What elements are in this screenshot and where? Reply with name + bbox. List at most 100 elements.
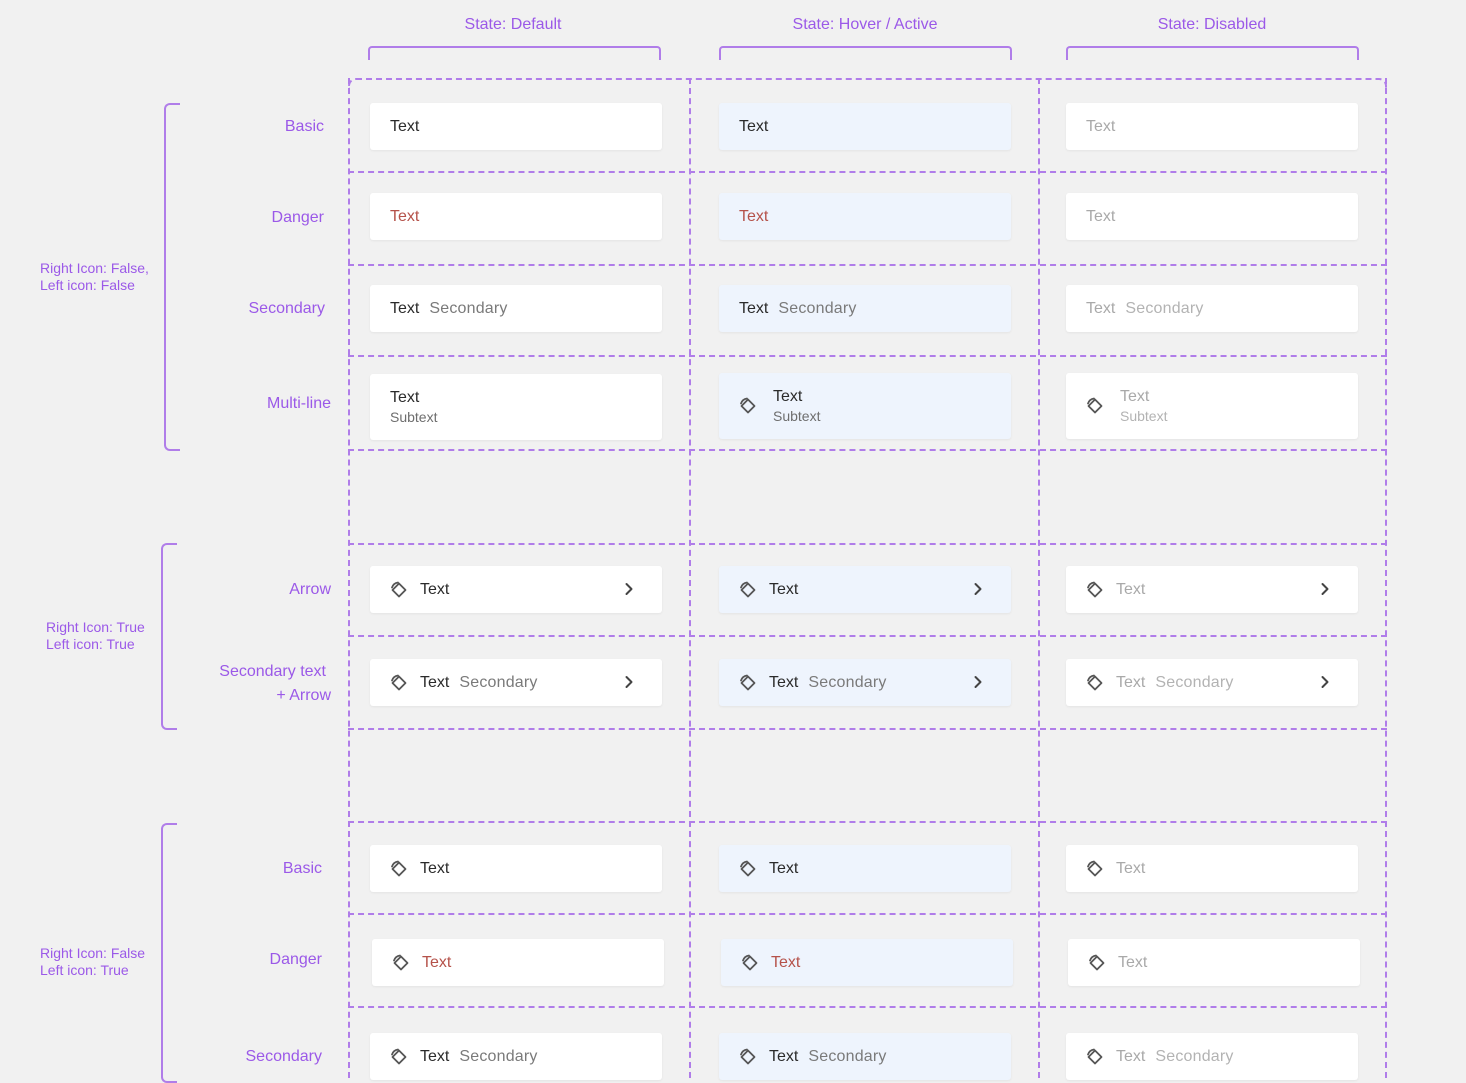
menu-item-secondary-hover[interactable]: Text Secondary xyxy=(719,285,1011,332)
chevron-right-icon xyxy=(1318,675,1334,691)
menu-item-danger-default[interactable]: Text xyxy=(370,193,662,240)
menu-item-icon-danger-disabled: Text xyxy=(1068,939,1360,986)
grid-line-horizontal xyxy=(348,543,1387,545)
rotate-diamond-icon xyxy=(737,672,759,694)
row-label-secondary-arrow-2: + Arrow xyxy=(276,687,331,704)
group-label-1: Right Icon: False, Left icon: False xyxy=(40,260,149,294)
menu-item-icon-secondary-disabled: Text Secondary xyxy=(1066,1033,1358,1080)
chevron-right-icon xyxy=(622,582,638,598)
item-text: Text xyxy=(1116,673,1146,691)
rotate-diamond-icon xyxy=(388,672,410,694)
group-label-2: Right Icon: True Left icon: True xyxy=(46,619,145,653)
grid-line-horizontal xyxy=(348,449,1387,451)
item-text: Text xyxy=(1086,117,1116,135)
item-secondary-text: Secondary xyxy=(1155,1047,1234,1065)
menu-item-icon-secondary-hover[interactable]: Text Secondary xyxy=(719,1033,1011,1080)
menu-item-icon-basic-default[interactable]: Text xyxy=(370,845,662,892)
row-label-basic-2: Basic xyxy=(282,860,322,877)
item-secondary-text: Secondary xyxy=(778,299,857,317)
menu-item-icon-basic-disabled: Text xyxy=(1066,845,1358,892)
column-header-default: State: Default xyxy=(464,16,562,33)
menu-item-icon-danger-hover[interactable]: Text xyxy=(721,939,1013,986)
item-text: Text xyxy=(420,580,450,598)
menu-item-secondary-default[interactable]: Text Secondary xyxy=(370,285,662,332)
chevron-right-icon xyxy=(1318,582,1334,598)
column-bracket-disabled xyxy=(1066,46,1359,60)
rotate-diamond-icon xyxy=(1086,952,1108,974)
menu-item-basic-hover[interactable]: Text xyxy=(719,103,1011,150)
item-text: Text xyxy=(1116,859,1146,877)
rotate-diamond-icon xyxy=(1084,858,1106,880)
rotate-diamond-icon xyxy=(737,1046,759,1068)
item-subtext: Subtext xyxy=(390,409,438,425)
item-text: Text xyxy=(420,1047,450,1065)
grid-line-horizontal xyxy=(348,728,1387,730)
menu-item-basic-default[interactable]: Text xyxy=(370,103,662,150)
item-secondary-text: Secondary xyxy=(459,673,538,691)
menu-item-arrow-hover[interactable]: Text xyxy=(719,566,1011,613)
item-subtext: Subtext xyxy=(1120,408,1168,424)
column-bracket-default xyxy=(368,46,661,60)
menu-item-icon-basic-hover[interactable]: Text xyxy=(719,845,1011,892)
item-secondary-text: Secondary xyxy=(808,673,887,691)
row-label-secondary-2: Secondary xyxy=(245,1048,323,1065)
item-text: Text xyxy=(739,117,769,135)
column-header-hover: State: Hover / Active xyxy=(792,16,938,33)
item-secondary-text: Secondary xyxy=(429,299,508,317)
menu-item-arrow-default[interactable]: Text xyxy=(370,566,662,613)
row-label-danger-2: Danger xyxy=(269,951,322,968)
item-text: Text xyxy=(773,388,803,405)
item-text: Text xyxy=(1086,299,1116,317)
menu-item-secondary-arrow-default[interactable]: Text Secondary xyxy=(370,659,662,706)
item-text: Text xyxy=(1116,580,1146,598)
column-bracket-hover xyxy=(719,46,1012,60)
rotate-diamond-icon xyxy=(390,952,412,974)
menu-item-secondary-arrow-disabled: Text Secondary xyxy=(1066,659,1358,706)
menu-item-multiline-default[interactable]: Text Subtext xyxy=(370,374,662,440)
rotate-diamond-icon xyxy=(739,952,761,974)
grid-line-horizontal xyxy=(348,171,1387,173)
item-text: Text xyxy=(1118,953,1148,971)
grid-line-horizontal xyxy=(348,635,1387,637)
menu-item-icon-secondary-default[interactable]: Text Secondary xyxy=(370,1033,662,1080)
grid-line-vertical xyxy=(1385,78,1387,1078)
chevron-right-icon xyxy=(971,582,987,598)
rotate-diamond-icon xyxy=(1084,1046,1106,1068)
menu-item-danger-hover[interactable]: Text xyxy=(719,193,1011,240)
group-label-1-line1: Right Icon: False, xyxy=(40,260,149,276)
grid-line-horizontal xyxy=(348,355,1387,357)
row-label-secondary: Secondary xyxy=(248,300,326,317)
grid-line-horizontal xyxy=(348,264,1387,266)
item-text: Text xyxy=(739,299,769,317)
item-text: Text xyxy=(1120,388,1150,405)
group-label-2-line1: Right Icon: True xyxy=(46,619,145,635)
row-label-danger: Danger xyxy=(271,209,324,226)
rotate-diamond-icon xyxy=(737,858,759,880)
item-secondary-text: Secondary xyxy=(459,1047,538,1065)
chevron-right-icon xyxy=(971,675,987,691)
grid-line-horizontal xyxy=(348,1006,1387,1008)
item-secondary-text: Secondary xyxy=(1125,299,1204,317)
group-label-1-line2: Left icon: False xyxy=(40,277,135,293)
menu-item-arrow-disabled: Text xyxy=(1066,566,1358,613)
menu-item-multiline-disabled: Text Subtext xyxy=(1066,373,1358,439)
column-header-disabled: State: Disabled xyxy=(1157,16,1267,33)
grid-frame xyxy=(348,78,1387,90)
grid-line-vertical xyxy=(689,78,691,1078)
rotate-diamond-icon xyxy=(1084,579,1106,601)
menu-item-icon-danger-default[interactable]: Text xyxy=(372,939,664,986)
rotate-diamond-icon xyxy=(737,579,759,601)
item-text: Text xyxy=(390,299,420,317)
menu-item-secondary-arrow-hover[interactable]: Text Secondary xyxy=(719,659,1011,706)
item-text: Text xyxy=(420,859,450,877)
item-text: Text xyxy=(771,953,801,971)
grid-line-vertical xyxy=(348,78,350,1078)
item-text: Text xyxy=(769,673,799,691)
menu-item-multiline-hover[interactable]: Text Subtext xyxy=(719,373,1011,439)
item-text: Text xyxy=(769,580,799,598)
rotate-diamond-icon xyxy=(388,579,410,601)
item-text: Text xyxy=(769,859,799,877)
item-text: Text xyxy=(422,953,452,971)
rotate-diamond-icon xyxy=(1084,672,1106,694)
item-subtext: Subtext xyxy=(773,408,821,424)
